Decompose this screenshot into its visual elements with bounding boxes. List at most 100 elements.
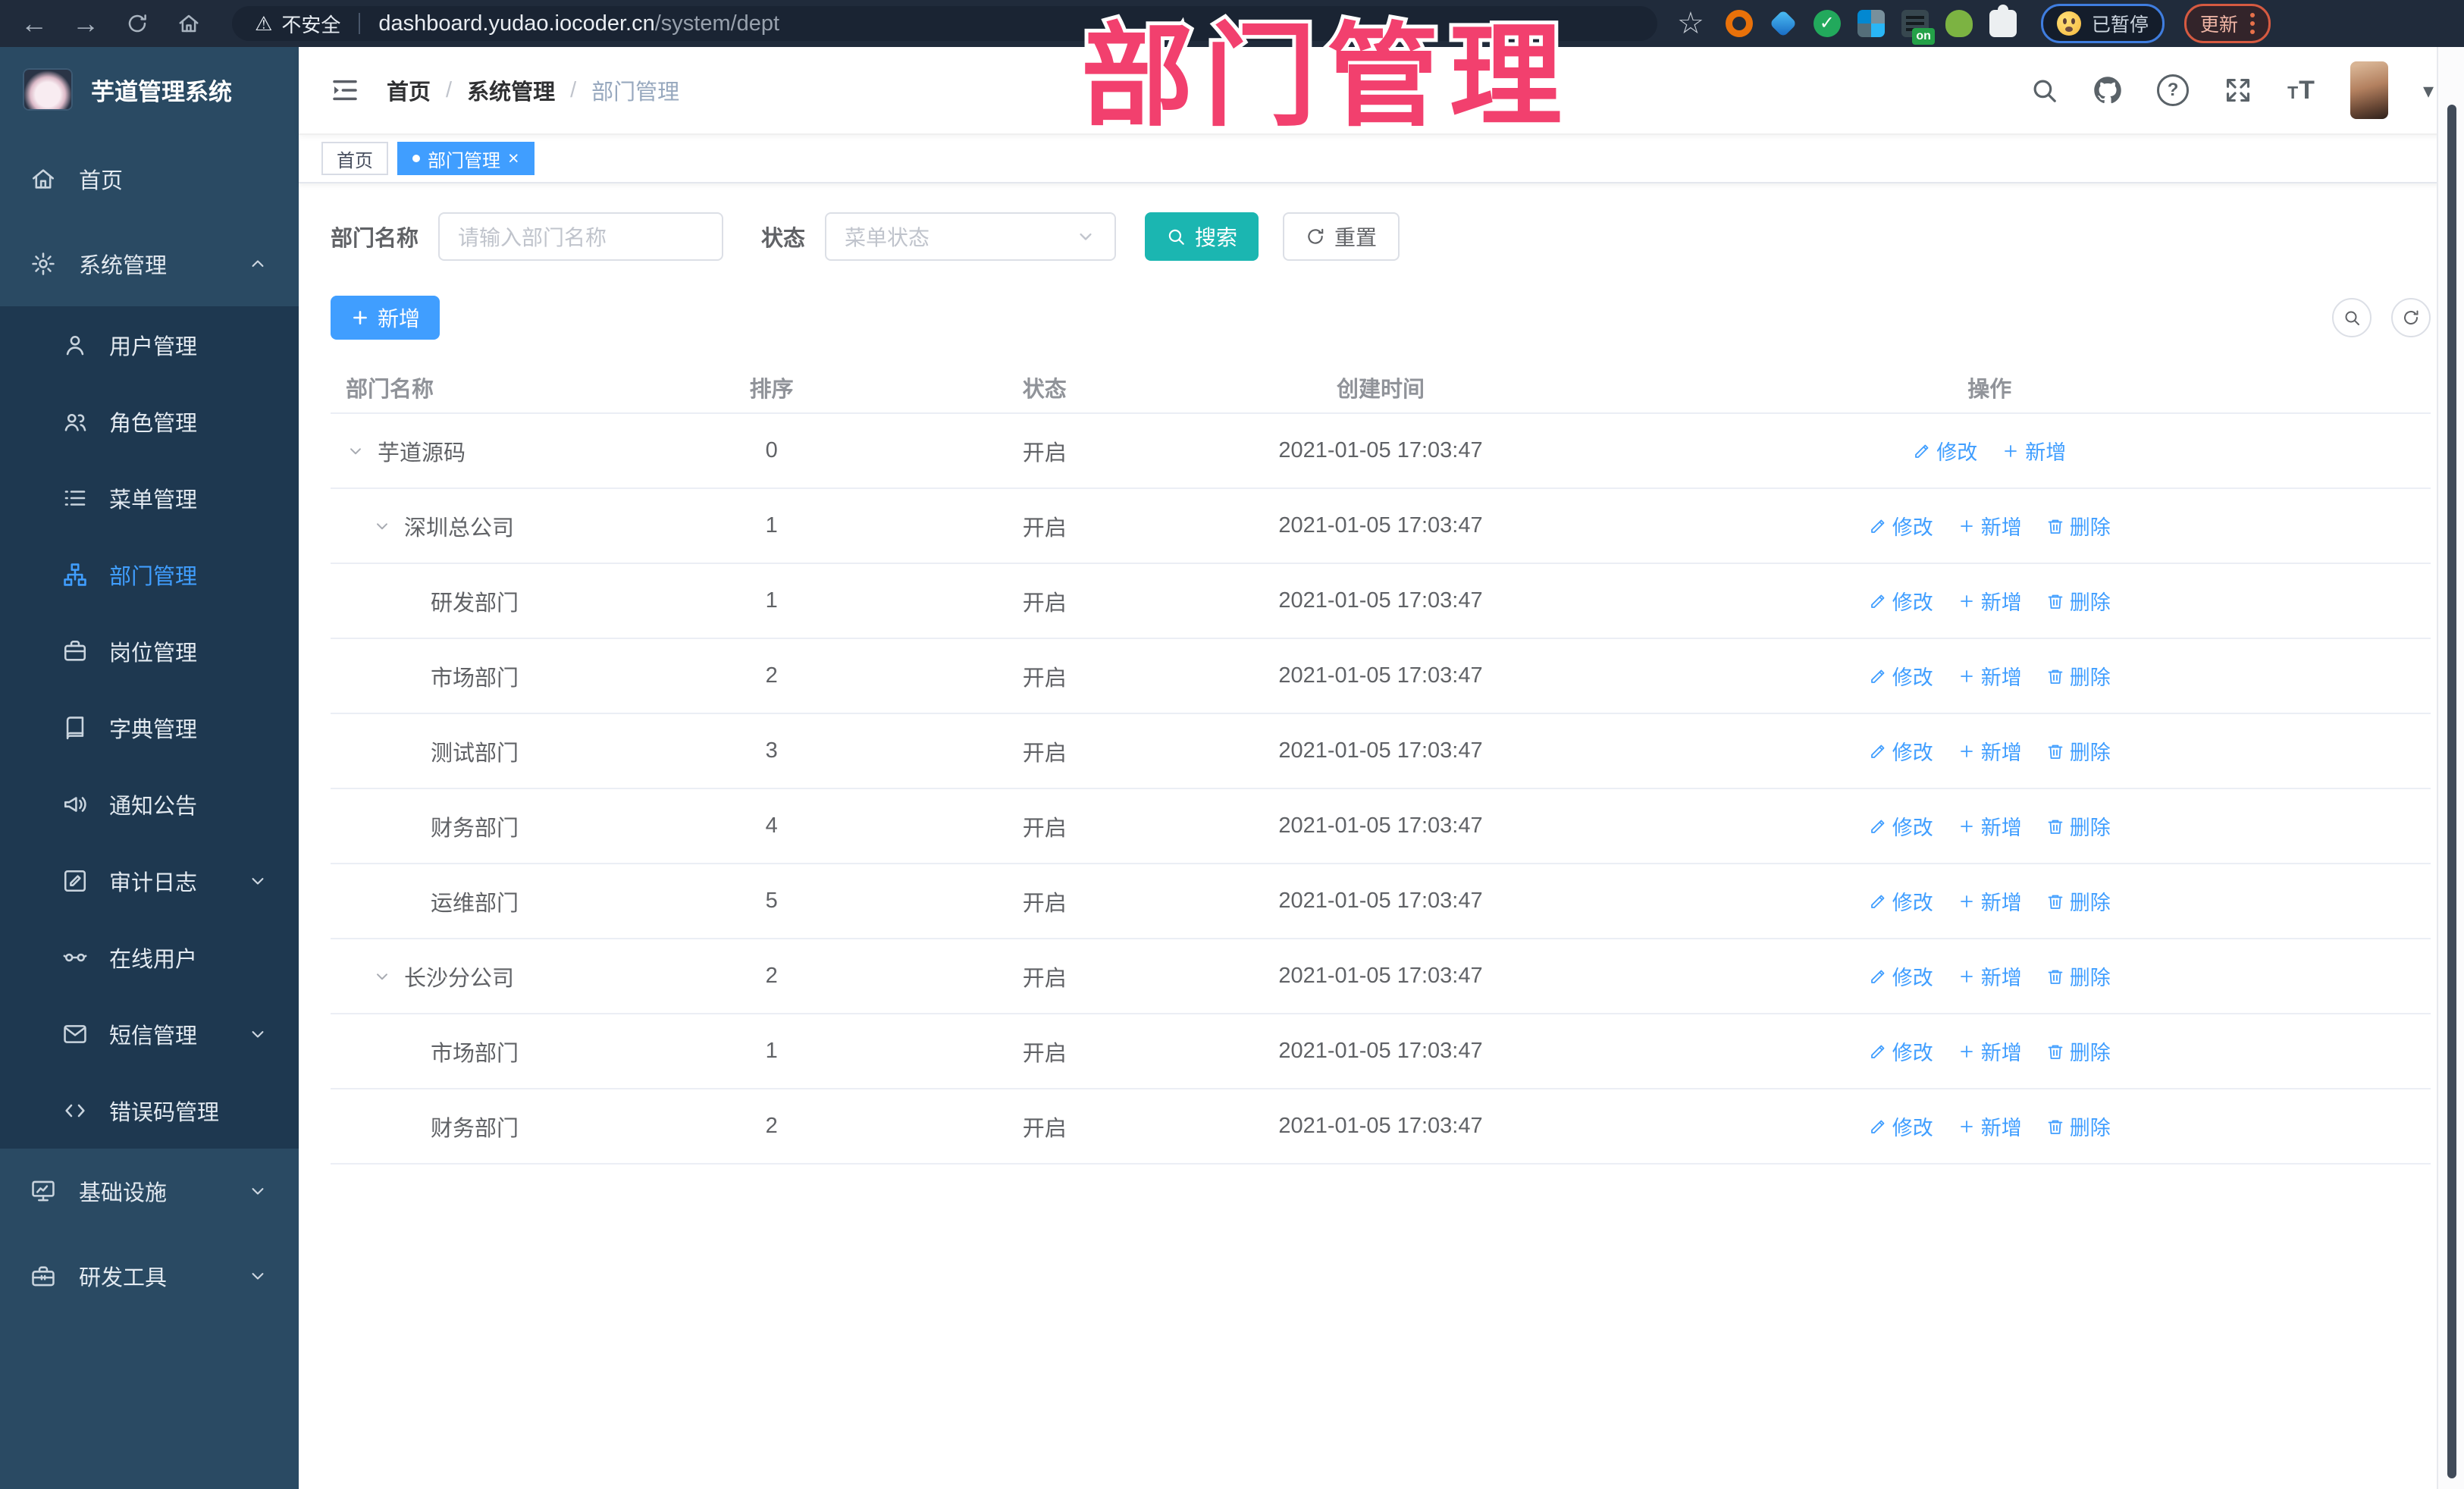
row-action-label: 删除 bbox=[2069, 1042, 2111, 1064]
help-icon[interactable]: ? bbox=[2157, 74, 2190, 106]
row-action-edit[interactable]: 修改 bbox=[1869, 736, 1933, 766]
chevron-down-icon[interactable]: ▾ bbox=[2423, 78, 2434, 103]
search-button[interactable]: 搜索 bbox=[1145, 212, 1259, 261]
sidebar-item-online[interactable]: 在线用户 bbox=[0, 919, 299, 995]
dept-created: 2021-01-05 17:03:47 bbox=[1278, 738, 1483, 763]
row-action-add[interactable]: 新增 bbox=[1958, 661, 2022, 691]
ext-blue-icon[interactable] bbox=[1769, 9, 1798, 38]
browser-forward-button[interactable]: → bbox=[68, 6, 103, 41]
row-action-add[interactable]: 新增 bbox=[1958, 1036, 2022, 1066]
sidebar-item-sms[interactable]: 短信管理 bbox=[0, 995, 299, 1072]
row-action-edit[interactable]: 修改 bbox=[1869, 1111, 1933, 1141]
sidebar-item-dict[interactable]: 字典管理 bbox=[0, 689, 299, 766]
search-icon[interactable] bbox=[2030, 76, 2058, 105]
browser-menu-kebab-icon[interactable] bbox=[2249, 13, 2255, 34]
row-action-delete[interactable]: 删除 bbox=[2046, 1036, 2111, 1066]
sidebar-item-post[interactable]: 岗位管理 bbox=[0, 613, 299, 689]
browser-back-button[interactable]: ← bbox=[17, 6, 52, 41]
dept-name[interactable]: 芋道源码 bbox=[378, 435, 466, 467]
row-action-add[interactable]: 新增 bbox=[2002, 436, 2066, 466]
sidebar-item-notice[interactable]: 通知公告 bbox=[0, 766, 299, 842]
sidebar-item-menu[interactable]: 菜单管理 bbox=[0, 459, 299, 536]
ext-grid-icon[interactable] bbox=[1857, 10, 1885, 37]
status-select[interactable]: 菜单状态 bbox=[825, 212, 1117, 261]
sidebar-item-dept[interactable]: 部门管理 bbox=[0, 536, 299, 613]
scrollbar[interactable] bbox=[2437, 47, 2464, 1489]
add-button[interactable]: 新增 bbox=[331, 296, 440, 340]
row-action-add[interactable]: 新增 bbox=[1958, 511, 2022, 541]
row-action-delete[interactable]: 删除 bbox=[2046, 511, 2111, 541]
sidebar-item-user[interactable]: 用户管理 bbox=[0, 306, 299, 383]
sidebar-item-system[interactable]: 系统管理 bbox=[0, 221, 299, 306]
browser-home-button[interactable] bbox=[171, 6, 206, 41]
toggle-search-button[interactable] bbox=[2332, 298, 2372, 337]
plus-icon bbox=[350, 308, 370, 328]
dept-name[interactable]: 深圳总公司 bbox=[404, 510, 514, 542]
row-action-edit[interactable]: 修改 bbox=[1869, 1036, 1933, 1066]
row-action-delete[interactable]: 删除 bbox=[2046, 811, 2111, 841]
dept-name-input[interactable]: 请输入部门名称 bbox=[438, 212, 724, 261]
dept-sort: 1 bbox=[765, 588, 778, 613]
dept-status: 开启 bbox=[1022, 966, 1067, 991]
sidebar-item-label: 岗位管理 bbox=[109, 641, 198, 666]
ext-orange-icon[interactable] bbox=[1725, 10, 1753, 37]
expand-chevron-icon bbox=[372, 516, 392, 536]
sidebar-item-home[interactable]: 首页 bbox=[0, 136, 299, 221]
row-action-delete[interactable]: 删除 bbox=[2046, 736, 2111, 766]
refresh-table-button[interactable] bbox=[2391, 298, 2431, 337]
row-action-add[interactable]: 新增 bbox=[1958, 736, 2022, 766]
trash-icon bbox=[2046, 892, 2064, 911]
row-action-add[interactable]: 新增 bbox=[1958, 1111, 2022, 1141]
ext-bot-icon[interactable] bbox=[1945, 10, 1973, 37]
list-icon bbox=[62, 485, 88, 511]
sidebar-logo[interactable]: 芋道管理系统 bbox=[0, 47, 299, 136]
sidebar-item-devtool[interactable]: 研发工具 bbox=[0, 1234, 299, 1318]
row-action-add[interactable]: 新增 bbox=[1958, 961, 2022, 991]
row-action-delete[interactable]: 删除 bbox=[2046, 586, 2111, 616]
row-action-edit[interactable]: 修改 bbox=[1869, 961, 1933, 991]
close-icon[interactable]: × bbox=[508, 149, 519, 168]
hamburger-icon[interactable] bbox=[329, 74, 361, 106]
scrollbar-thumb[interactable] bbox=[2447, 105, 2456, 1478]
ext-puzzle-icon[interactable] bbox=[1989, 5, 2017, 37]
row-action-delete[interactable]: 删除 bbox=[2046, 886, 2111, 916]
row-action-edit[interactable]: 修改 bbox=[1869, 586, 1933, 616]
row-action-add[interactable]: 新增 bbox=[1958, 886, 2022, 916]
sidebar-item-audit[interactable]: 审计日志 bbox=[0, 842, 299, 919]
row-action-add[interactable]: 新增 bbox=[1958, 811, 2022, 841]
breadcrumb-item[interactable]: 首页 bbox=[387, 74, 431, 106]
tab-部门管理[interactable]: 部门管理 × bbox=[397, 142, 534, 175]
message-icon bbox=[62, 1021, 88, 1047]
update-label: 更新 bbox=[2199, 14, 2238, 36]
column-header: 部门名称 bbox=[346, 378, 434, 402]
row-action-edit[interactable]: 修改 bbox=[1913, 436, 1977, 466]
row-action-delete[interactable]: 删除 bbox=[2046, 661, 2111, 691]
row-action-delete[interactable]: 删除 bbox=[2046, 961, 2111, 991]
sidebar-item-role[interactable]: 角色管理 bbox=[0, 383, 299, 459]
sidebar-item-errcode[interactable]: 错误码管理 bbox=[0, 1072, 299, 1149]
user-avatar[interactable] bbox=[2350, 61, 2388, 119]
row-action-edit[interactable]: 修改 bbox=[1869, 511, 1933, 541]
row-action-add[interactable]: 新增 bbox=[1958, 586, 2022, 616]
ext-stack-icon[interactable]: on bbox=[1901, 10, 1935, 45]
font-size-icon[interactable]: TT bbox=[2287, 76, 2315, 105]
home-icon bbox=[177, 12, 200, 35]
breadcrumb-item[interactable]: 系统管理 bbox=[467, 74, 555, 106]
tab-首页[interactable]: 首页 bbox=[321, 142, 388, 175]
reset-button-label: 重置 bbox=[1334, 226, 1378, 249]
row-action-edit[interactable]: 修改 bbox=[1869, 886, 1933, 916]
row-action-delete[interactable]: 删除 bbox=[2046, 1111, 2111, 1141]
browser-update-button[interactable]: 更新 bbox=[2183, 4, 2271, 43]
github-icon[interactable] bbox=[2093, 76, 2122, 105]
row-action-edit[interactable]: 修改 bbox=[1869, 811, 1933, 841]
dept-name[interactable]: 长沙分公司 bbox=[404, 961, 514, 992]
bookmark-star-icon[interactable]: ☆ bbox=[1677, 6, 1704, 41]
browser-refresh-button[interactable] bbox=[120, 6, 155, 41]
sidebar-item-infra[interactable]: 基础设施 bbox=[0, 1149, 299, 1234]
fullscreen-icon[interactable] bbox=[2224, 76, 2252, 105]
profile-paused-pill[interactable]: 已暂停 bbox=[2040, 4, 2165, 43]
ext-green-v-icon[interactable] bbox=[1813, 10, 1841, 37]
reset-button[interactable]: 重置 bbox=[1283, 212, 1400, 261]
address-bar[interactable]: ⚠ 不安全 dashboard.yudao.iocoder.cn/system/d… bbox=[232, 6, 1657, 41]
row-action-edit[interactable]: 修改 bbox=[1869, 661, 1933, 691]
